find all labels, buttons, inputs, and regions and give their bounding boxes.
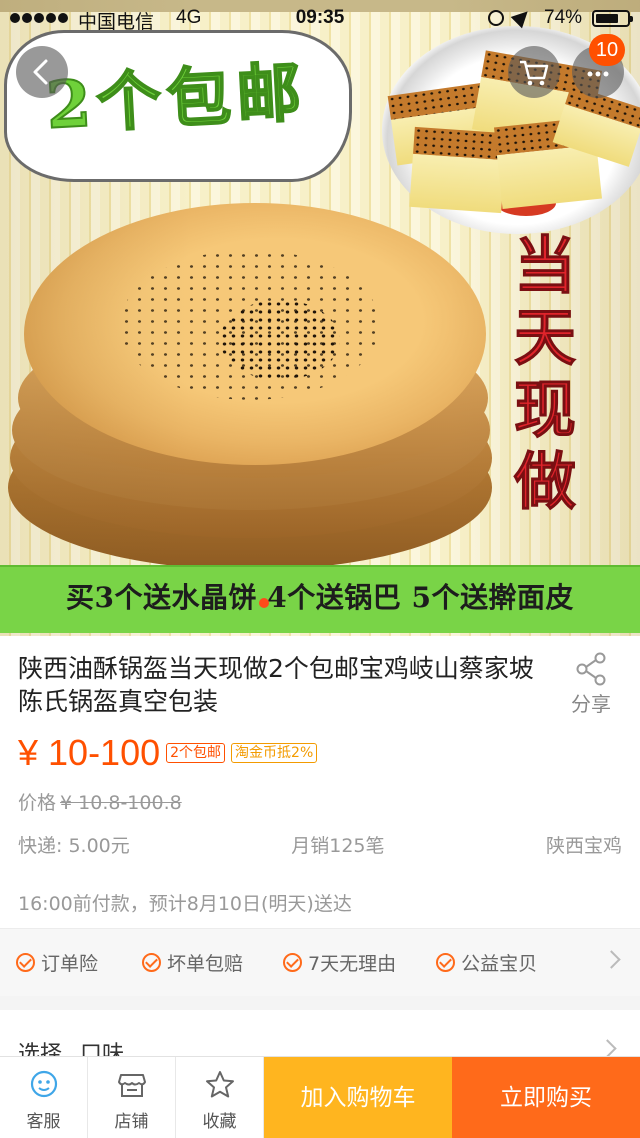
back-arrow-icon: [33, 59, 48, 85]
battery-percent: 74%: [544, 7, 583, 28]
favorite-label: 收藏: [202, 1112, 237, 1132]
share-label: 分享: [571, 692, 611, 716]
promo-text: 买3个送水晶饼 4个送锅巴 5个送擀面皮: [66, 581, 574, 614]
vertical-banner-text: 当 天 现 做: [513, 229, 576, 518]
customer-service-label: 客服: [26, 1112, 61, 1132]
star-icon: [206, 1071, 234, 1098]
service-guarantees[interactable]: 订单险 坏单包赔 7天无理由 公益宝贝: [0, 928, 640, 996]
check-circle-icon: [16, 953, 35, 972]
free-shipping-tag: 2个包邮: [166, 743, 226, 763]
shop-button[interactable]: 店铺: [88, 1057, 176, 1138]
bottom-action-bar: 客服 店铺 收藏 加入购物车 立即购买: [0, 1056, 640, 1138]
monthly-sales: 月销125笔: [291, 835, 385, 857]
buy-now-button[interactable]: 立即购买: [452, 1057, 640, 1138]
service-item: 订单险: [16, 949, 98, 976]
check-circle-icon: [436, 953, 456, 972]
product-info: 陕西油酥锅盔当天现做2个包邮宝鸡岐山蔡家坡陈氏锅盔真空包装 分享 ¥ 10-10…: [0, 636, 640, 928]
shop-icon: [118, 1074, 146, 1097]
check-circle-icon: [142, 953, 162, 972]
shipping-fee: 快递: 5.00元: [18, 835, 130, 857]
cart-icon: [520, 60, 549, 86]
shop-label: 店铺: [114, 1112, 149, 1132]
cake-slice: [409, 126, 507, 214]
chevron-right-icon: [598, 1039, 617, 1058]
service-item: 坏单包赔: [142, 949, 243, 976]
delivery-estimate: 16:00前付款，预计8月10日(明天)送达: [18, 893, 352, 915]
cloud-banner-text: 2个包邮: [44, 54, 310, 145]
share-icon: [576, 652, 606, 686]
service-item: 7天无理由: [283, 949, 396, 976]
carousel-indicator: [259, 598, 269, 608]
favorite-button[interactable]: 收藏: [176, 1057, 264, 1138]
battery-icon: [592, 10, 633, 27]
cart-button[interactable]: [508, 46, 560, 98]
orientation-lock-icon: [488, 10, 504, 26]
original-price-row: 价格 ¥ 10.8-100.8: [18, 788, 182, 815]
cart-count-badge: 10: [589, 34, 625, 66]
share-button[interactable]: 分享: [560, 652, 622, 717]
chevron-right-icon: [602, 950, 621, 969]
price-row: ¥ 10-100 2个包邮 淘金币抵2%: [18, 732, 318, 774]
service-item: 公益宝贝: [436, 949, 537, 976]
add-to-cart-button[interactable]: 加入购物车: [264, 1057, 452, 1138]
original-price: ¥ 10.8-100.8: [60, 792, 182, 814]
promo-band: 买3个送水晶饼 4个送锅巴 5个送擀面皮: [0, 565, 640, 633]
back-button[interactable]: [16, 46, 68, 98]
product-price: ¥ 10-100: [18, 732, 161, 773]
product-title: 陕西油酥锅盔当天现做2个包邮宝鸡岐山蔡家坡陈氏锅盔真空包装: [18, 654, 534, 716]
status-bar: 中国电信 4G 09:35 74%: [0, 0, 640, 36]
seller-location: 陕西宝鸡: [545, 835, 622, 857]
chat-bubble-icon: [30, 1070, 58, 1098]
meta-row: 快递: 5.00元 月销125笔 陕西宝鸡: [18, 831, 622, 858]
customer-service-button[interactable]: 客服: [0, 1057, 88, 1138]
original-price-label: 价格: [18, 792, 57, 814]
sesame-seeds: [220, 300, 340, 380]
check-circle-icon: [283, 953, 303, 972]
coin-discount-tag: 淘金币抵2%: [231, 743, 318, 763]
